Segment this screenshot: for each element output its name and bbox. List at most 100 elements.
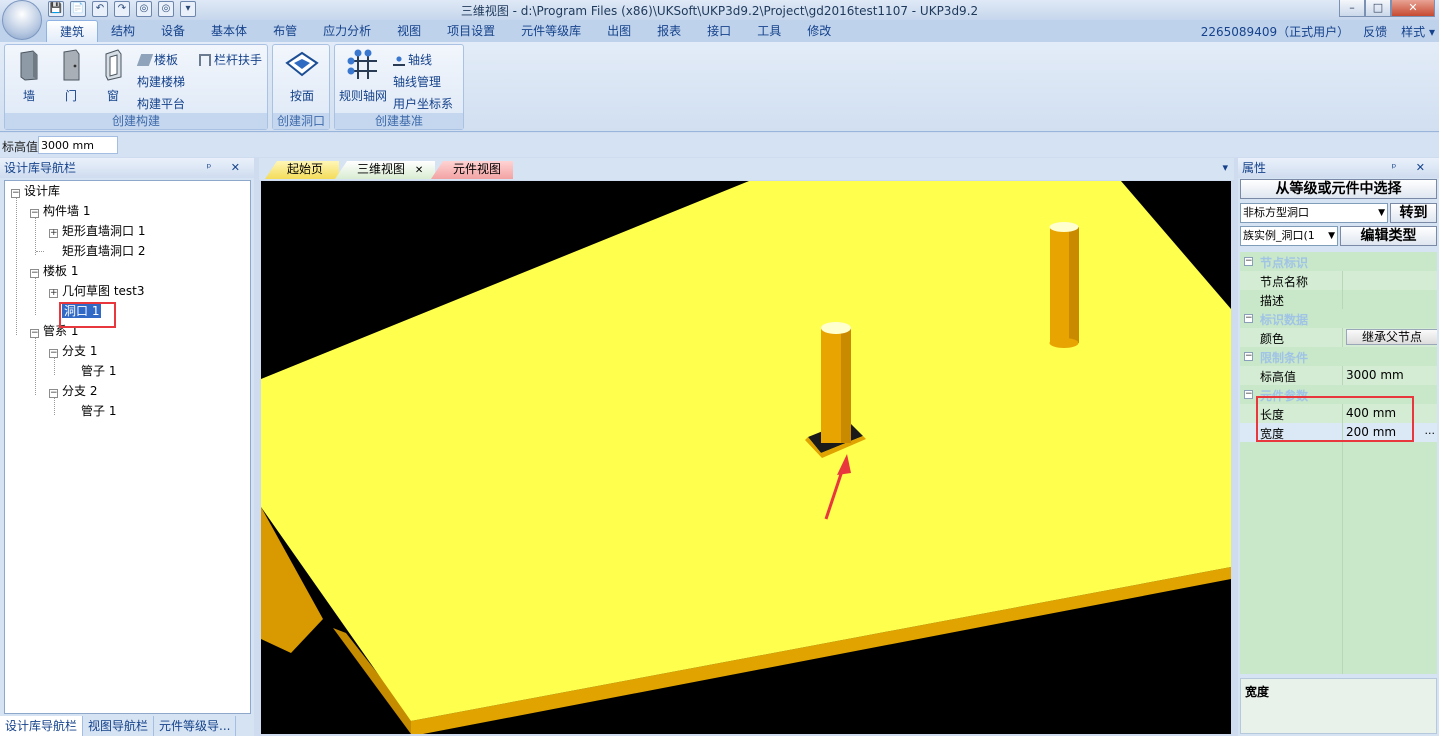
collapse-icon[interactable]: − <box>1244 390 1253 399</box>
property-value[interactable]: 3000 mm <box>1346 368 1404 382</box>
door-icon <box>63 49 80 81</box>
tab-piping[interactable]: 布管 <box>260 20 310 42</box>
close-tab-icon[interactable]: ✕ <box>415 165 423 176</box>
tab-view[interactable]: 视图 <box>384 20 434 42</box>
feedback-link[interactable]: 反馈 <box>1363 23 1387 40</box>
pin-close-icons[interactable]: ᵖ ✕ <box>207 158 248 178</box>
type-select[interactable]: 非标方型洞口 ▼ <box>1240 203 1388 223</box>
properties-panel: 属性 ᵖ ✕ 从等级或元件中选择 非标方型洞口 ▼ 转到 族实例_洞口(1 ▼ 编辑… <box>1238 158 1439 736</box>
railing-button[interactable]: 栏杆扶手 <box>199 51 262 68</box>
edit-type-button[interactable]: 编辑类型 <box>1340 226 1437 246</box>
face-opening-label: 按面 <box>289 89 314 103</box>
property-row-description[interactable]: 描述 <box>1240 290 1437 309</box>
tab-list-chevron-icon[interactable]: ▾ <box>1222 161 1228 174</box>
tab-tools[interactable]: 工具 <box>744 20 794 42</box>
pin-close-icons[interactable]: ᵖ ✕ <box>1392 158 1433 178</box>
tree-node-pipe-1[interactable]: 管子 1 <box>68 361 116 381</box>
inherit-parent-button[interactable]: 继承父节点 <box>1346 329 1437 345</box>
category-node-id[interactable]: − 节点标识 <box>1240 252 1437 271</box>
collapse-icon[interactable]: − <box>1244 352 1253 361</box>
ellipsis-button[interactable]: ... <box>1425 424 1436 437</box>
tab-project-settings[interactable]: 项目设置 <box>434 20 508 42</box>
category-constraints[interactable]: − 限制条件 <box>1240 347 1437 366</box>
railing-icon <box>199 54 211 66</box>
highlight-box-tree-node <box>59 302 116 328</box>
collapse-icon[interactable]: − <box>30 329 39 338</box>
tab-reports[interactable]: 报表 <box>644 20 694 42</box>
close-button[interactable]: ✕ <box>1391 0 1435 17</box>
tab-stress-analysis[interactable]: 应力分析 <box>310 20 384 42</box>
user-coordinate-system-button[interactable]: 用户坐标系 <box>393 95 453 112</box>
tab-equipment[interactable]: 设备 <box>148 20 198 42</box>
collapse-icon[interactable]: − <box>11 189 20 198</box>
door-button[interactable]: 门 <box>55 49 87 104</box>
wall-button[interactable]: 墙 <box>13 49 45 104</box>
tree-node-pipe-1b[interactable]: 管子 1 <box>68 401 116 421</box>
tree-node-wall-1[interactable]: − 构件墙 1 <box>30 201 90 221</box>
tab-primitives[interactable]: 基本体 <box>198 20 260 42</box>
tree-node-design-library[interactable]: − 设计库 <box>11 181 60 201</box>
type-select-value: 非标方型洞口 <box>1243 206 1309 219</box>
category-identity-data[interactable]: − 标识数据 <box>1240 309 1437 328</box>
collapse-icon[interactable]: − <box>1244 257 1253 266</box>
tab-interface[interactable]: 接口 <box>694 20 744 42</box>
expand-icon[interactable]: + <box>49 229 58 238</box>
group-label-create-opening: 创建洞口 <box>273 113 329 129</box>
axis-icon <box>393 54 405 66</box>
3d-viewport[interactable] <box>261 181 1231 734</box>
tree-node-sketch-test3[interactable]: + 几何草图 test3 <box>49 281 145 301</box>
railing-label: 栏杆扶手 <box>214 53 263 67</box>
maximize-button[interactable]: □ <box>1365 0 1391 17</box>
tab-start-page[interactable]: 起始页 <box>265 161 339 179</box>
property-row-node-name[interactable]: 节点名称 <box>1240 271 1437 290</box>
tab-component-library[interactable]: 元件等级库 <box>508 20 594 42</box>
group-create-building: 墙 门 窗 楼板 构建楼梯 构建平台 栏杆扶手 创建构建 <box>4 44 268 130</box>
axis-manager-button[interactable]: 轴线管理 <box>393 73 441 90</box>
window-button[interactable]: 窗 <box>97 49 129 104</box>
minimize-button[interactable]: – <box>1339 0 1365 17</box>
face-opening-button[interactable]: 按面 <box>284 49 320 104</box>
tab-structure[interactable]: 结构 <box>98 20 148 42</box>
slab-label: 楼板 <box>154 53 179 67</box>
collapse-icon[interactable]: − <box>1244 314 1253 323</box>
tree-node-slab-1[interactable]: − 楼板 1 <box>30 261 78 281</box>
tab-component-view[interactable]: 元件视图 <box>431 161 513 179</box>
collapse-icon[interactable]: − <box>49 389 58 398</box>
slab-button[interactable]: 楼板 <box>136 51 179 68</box>
3d-scene[interactable] <box>261 181 1231 734</box>
chevron-down-icon: ▾ <box>1428 25 1435 39</box>
application-menu-button[interactable] <box>2 0 42 40</box>
user-account[interactable]: 2265089409（正式用户） <box>1201 23 1349 40</box>
tab-drawings[interactable]: 出图 <box>594 20 644 42</box>
tree-node-label: 设计库 <box>24 184 61 198</box>
tab-view-navigator[interactable]: 视图导航栏 <box>83 716 155 736</box>
expand-icon[interactable]: + <box>49 289 58 298</box>
collapse-icon[interactable]: − <box>30 209 39 218</box>
tree-node-wall-opening-1[interactable]: + 矩形直墙洞口 1 <box>49 221 145 241</box>
navigator-header: 设计库导航栏 ᵖ ✕ <box>0 158 254 178</box>
tree-node-label: 分支 2 <box>62 384 98 398</box>
platform-button[interactable]: 构建平台 <box>137 95 185 112</box>
column-shadow <box>841 328 851 443</box>
regular-grid-button[interactable]: 规则轴网 <box>337 49 389 104</box>
tree-node-branch-2[interactable]: − 分支 2 <box>49 381 97 401</box>
category-label: 节点标识 <box>1260 256 1309 270</box>
style-menu[interactable]: 样式 ▾ <box>1401 23 1435 40</box>
goto-button[interactable]: 转到 <box>1390 203 1437 223</box>
stair-button[interactable]: 构建楼梯 <box>137 73 185 90</box>
tab-3d-view[interactable]: 三维视图 ✕ <box>335 161 435 179</box>
instance-select[interactable]: 族实例_洞口(1 ▼ <box>1240 226 1338 246</box>
tree-node-wall-opening-2[interactable]: 矩形直墙洞口 2 <box>36 241 145 261</box>
tab-component-grade-navigator[interactable]: 元件等级导... <box>154 716 237 736</box>
tab-architecture[interactable]: 建筑 <box>46 20 99 42</box>
collapse-icon[interactable]: − <box>49 349 58 358</box>
tree-node-branch-1[interactable]: − 分支 1 <box>49 341 97 361</box>
elevation-input[interactable] <box>38 136 118 154</box>
property-row-elevation[interactable]: 标高值 3000 mm <box>1240 366 1437 385</box>
select-from-grade-button[interactable]: 从等级或元件中选择 <box>1240 179 1437 199</box>
tab-modify[interactable]: 修改 <box>794 20 844 42</box>
axis-button[interactable]: 轴线 <box>393 51 432 68</box>
collapse-icon[interactable]: − <box>30 269 39 278</box>
property-row-color[interactable]: 颜色 继承父节点 <box>1240 328 1437 347</box>
tab-design-library-navigator[interactable]: 设计库导航栏 <box>0 716 84 736</box>
